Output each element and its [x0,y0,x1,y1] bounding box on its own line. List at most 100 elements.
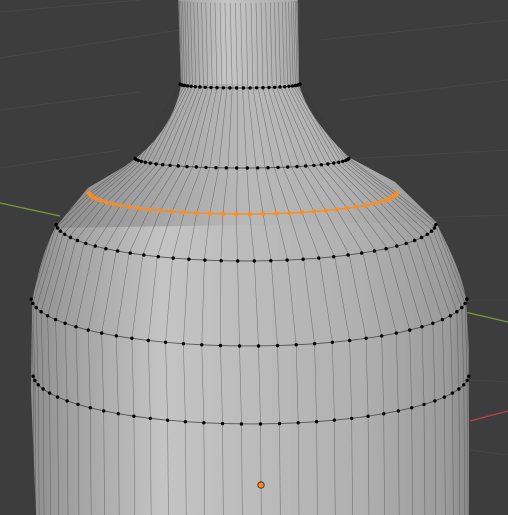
mesh-vertex[interactable] [245,166,249,170]
mesh-vertex[interactable] [360,251,364,255]
mesh-vertex[interactable] [455,310,459,314]
mesh-vertex[interactable] [182,83,187,88]
mesh-vertex[interactable] [165,418,170,422]
mesh-vertex[interactable] [171,256,175,260]
mesh-vertex[interactable] [278,85,282,89]
mesh-vertex[interactable] [65,399,69,403]
mesh-vertex[interactable] [254,86,259,90]
mesh-vertex[interactable] [312,163,316,168]
mesh-vertex[interactable] [256,166,260,170]
selected-vertex[interactable] [299,210,305,215]
selected-vertex[interactable] [118,203,124,208]
mesh-vertex[interactable] [341,159,345,164]
mesh-vertex[interactable] [290,84,295,88]
mesh-vertex[interactable] [200,343,204,347]
mesh-vertex[interactable] [185,164,189,169]
mesh-vertex[interactable] [433,399,437,403]
selected-vertex[interactable] [158,208,163,213]
mesh-vertex[interactable] [102,409,106,413]
mesh-vertex[interactable] [36,383,40,387]
mesh-vertex[interactable] [337,160,341,164]
selected-vertex[interactable] [344,206,350,211]
mesh-vertex[interactable] [187,257,191,261]
mesh-vertex[interactable] [183,420,188,424]
mesh-vertex[interactable] [239,422,244,426]
mesh-vertex[interactable] [221,86,226,90]
mesh-vertex[interactable] [202,421,206,425]
mesh-vertex[interactable] [142,253,146,257]
selected-vertex[interactable] [147,207,152,212]
selected-vertex[interactable] [260,211,266,216]
mesh-vertex[interactable] [285,258,289,262]
mesh-vertex[interactable] [143,160,147,164]
mesh-vertex[interactable] [34,305,38,310]
mesh-vertex[interactable] [114,334,119,338]
mesh-vertex[interactable] [275,343,280,348]
mesh-vertex[interactable] [55,226,60,230]
mesh-vertex[interactable] [457,387,461,391]
mesh-vertex[interactable] [408,328,412,332]
mesh-vertex[interactable] [31,374,35,378]
mesh-vertex[interactable] [139,159,143,164]
mesh-vertex[interactable] [256,344,261,348]
selected-vertex[interactable] [323,208,328,213]
object-origin-dot[interactable] [257,481,265,489]
mesh-vertex[interactable] [419,235,424,240]
mesh-vertex[interactable] [380,334,384,338]
mesh-vertex[interactable] [63,321,67,325]
mesh-vertex[interactable] [372,249,377,253]
mesh-vertex[interactable] [366,414,370,418]
mesh-vertex[interactable] [395,244,399,248]
mesh-vertex[interactable] [314,420,319,424]
selected-vertex[interactable] [136,206,142,211]
mesh-vertex[interactable] [146,338,150,343]
mesh-vertex[interactable] [266,166,270,170]
mesh-vertex[interactable] [193,85,197,89]
mesh-vertex[interactable] [148,416,152,421]
mesh-vertex[interactable] [45,314,50,318]
mesh-vertex[interactable] [287,84,291,89]
selected-vertex[interactable] [169,209,175,214]
selected-vertex[interactable] [354,204,359,210]
mesh-vertex[interactable] [460,305,464,310]
selected-vertex[interactable] [311,209,317,214]
mesh-vertex[interactable] [220,421,225,426]
selected-vertex[interactable] [104,200,109,205]
mesh-vertex[interactable] [422,402,426,407]
mesh-vertex[interactable] [276,165,280,170]
mesh-vertex[interactable] [228,86,232,90]
mesh-vertex[interactable] [54,223,58,227]
bottle-mesh[interactable] [29,0,471,515]
selected-vertex[interactable] [363,203,368,208]
mesh-vertex[interactable] [261,86,265,90]
mesh-vertex[interactable] [53,317,58,322]
mesh-vertex[interactable] [277,421,282,426]
mesh-vertex[interactable] [93,244,98,248]
mesh-vertex[interactable] [448,314,453,318]
mesh-vertex[interactable] [382,412,386,416]
mesh-vertex[interactable] [429,229,434,233]
mesh-vertex[interactable] [317,256,321,260]
mesh-vertex[interactable] [224,166,228,170]
mesh-vertex[interactable] [115,249,120,253]
selected-vertex[interactable] [110,201,116,206]
mesh-vertex[interactable] [267,85,271,90]
selected-vertex[interactable] [247,211,252,217]
mesh-vertex[interactable] [236,259,240,263]
mesh-vertex[interactable] [161,163,165,167]
mesh-vertex[interactable] [332,418,337,422]
mesh-vertex[interactable] [286,165,290,169]
mesh-vertex[interactable] [128,251,132,255]
mesh-vertex[interactable] [209,85,213,90]
mesh-vertex[interactable] [420,325,424,329]
mesh-vertex[interactable] [154,162,158,166]
selected-vertex[interactable] [127,204,132,210]
mesh-vertex[interactable] [330,340,335,344]
mesh-vertex[interactable] [312,342,317,346]
mesh-vertex[interactable] [219,259,223,263]
mesh-vertex[interactable] [304,164,308,168]
mesh-vertex[interactable] [156,255,160,259]
mesh-vertex[interactable] [130,336,134,340]
mesh-vertex[interactable] [412,238,417,243]
mesh-vertex[interactable] [319,163,323,167]
